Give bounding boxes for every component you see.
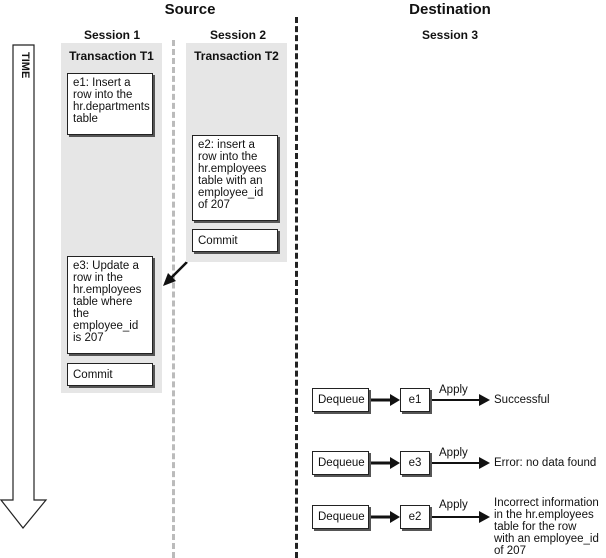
event-e1-line: hr.departments — [73, 101, 150, 113]
event-e1-box: e1: Insert a row into the hr.departments… — [67, 73, 153, 135]
dequeue-box: Dequeue — [312, 505, 369, 529]
reorder-arrow — [163, 261, 188, 286]
apply-label: Apply — [439, 499, 468, 511]
flow-arrows — [370, 394, 490, 523]
transaction-t1-title: Transaction T1 — [69, 49, 154, 63]
result-line: Incorrect information — [494, 497, 599, 509]
event-e3-line: is 207 — [73, 332, 104, 344]
event-e3-line: the — [73, 308, 89, 320]
event-e2-line: e2: insert a — [198, 139, 255, 151]
event-box-e1: e1 — [400, 388, 430, 412]
dequeue-box: Dequeue — [312, 388, 369, 412]
dequeue-box: Dequeue — [312, 451, 369, 475]
result-line: table for the row — [494, 521, 577, 533]
result-line: Successful — [494, 394, 550, 406]
event-e1-line: table — [73, 113, 98, 125]
event-e1-line: row into the — [73, 89, 133, 101]
event-e2-line: of 207 — [198, 199, 230, 211]
event-e1-line: e1: Insert a — [73, 77, 131, 89]
t2-commit-box: Commit — [192, 229, 278, 252]
time-arrow — [0, 44, 48, 529]
event-e2-line: hr.employees — [198, 163, 267, 175]
event-e3-line: table where — [73, 296, 133, 308]
time-label: TIME — [19, 52, 31, 79]
result-line: of 207 — [494, 545, 526, 557]
apply-label: Apply — [439, 447, 468, 459]
result-line: in the hr.employees — [494, 509, 594, 521]
apply-result: Error: no data found — [494, 457, 596, 469]
transaction-t2-title: Transaction T2 — [194, 49, 279, 63]
event-e3-line: employee_id — [73, 320, 139, 332]
event-e2-line: row into the — [198, 151, 258, 163]
apply-result: Successful — [494, 394, 550, 406]
event-e2-line: employee_id — [198, 187, 264, 199]
event-box-e3: e3 — [400, 451, 430, 475]
event-e2-box: e2: insert a row into the hr.employees t… — [192, 135, 278, 221]
apply-label: Apply — [439, 384, 468, 396]
t1-commit-box: Commit — [67, 363, 153, 386]
event-e3-line: hr.employees — [73, 284, 142, 296]
event-e3-line: row in the — [73, 272, 123, 284]
event-e3-box: e3: Update a row in the hr.employees tab… — [67, 256, 153, 354]
event-e3-line: e3: Update a — [73, 260, 139, 272]
event-box-e2: e2 — [400, 505, 430, 529]
apply-result: Incorrect information in the hr.employee… — [494, 497, 599, 557]
time-label-wrap: TIME — [14, 52, 34, 92]
result-line: Error: no data found — [494, 457, 597, 469]
event-e2-line: table with an — [198, 175, 263, 187]
result-line: with an employee_id — [494, 533, 599, 545]
